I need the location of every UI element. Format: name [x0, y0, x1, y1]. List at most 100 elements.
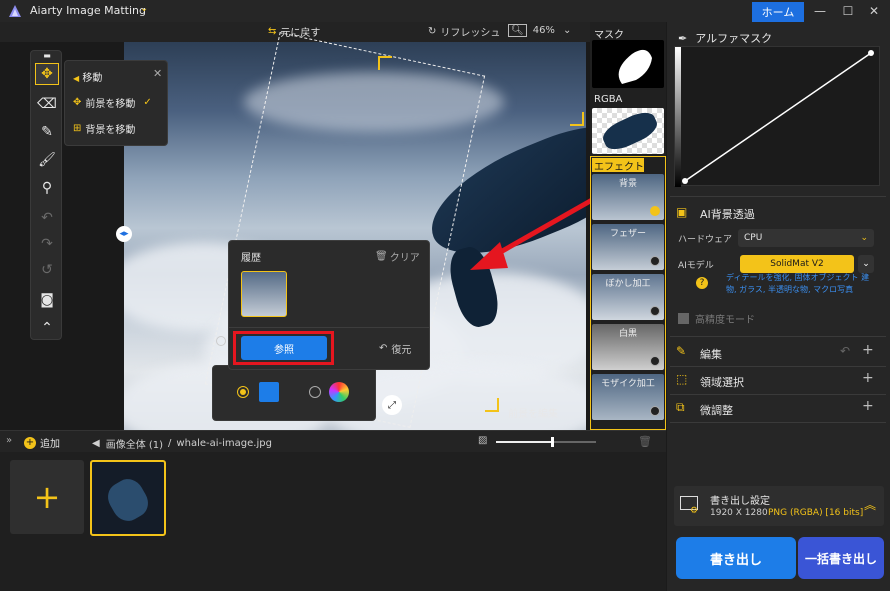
panel-toggle-icon[interactable]: ◂▸ — [116, 226, 132, 242]
breadcrumb-all[interactable]: 画像全体 (1) — [106, 436, 163, 451]
chevron-up-icon[interactable]: ︽ — [864, 496, 876, 513]
color-picker-icon[interactable] — [329, 382, 349, 402]
resize-handle-icon[interactable]: ⤢ — [382, 395, 402, 415]
roller-icon[interactable]: ⚲ — [35, 177, 59, 199]
move-tool-icon[interactable]: ✥ — [35, 63, 59, 85]
reset-icon[interactable]: ↺ — [35, 259, 59, 281]
rgba-label: RGBA — [594, 94, 623, 105]
refresh-button[interactable]: ↻ リフレッシュ — [428, 24, 500, 39]
gear-icon: ⚙ — [690, 506, 699, 516]
trash-icon[interactable]: 🗑︎ — [638, 435, 652, 448]
breadcrumb: ◀ 画像全体 (1) / whale-ai-image.jpg — [92, 436, 272, 451]
clear-button[interactable]: 🗑︎ クリア — [375, 249, 420, 264]
mask-thumbnail[interactable] — [592, 40, 664, 88]
zoom-control[interactable]: 🔍︎ 46% ⌄ — [508, 24, 571, 37]
move-popup-title: ◀ 移動 — [73, 73, 103, 84]
ai-model-label: AIモデル — [678, 261, 714, 271]
ai-model-description: ディテールを強化, 固体オブジェクト 建物, ガラス, 半透明な物, マクロ写真 — [726, 273, 870, 294]
rgba-thumbnail[interactable] — [592, 108, 664, 154]
restore-icon: ↶ — [379, 343, 388, 354]
effect-thumbnail-feather[interactable]: フェザー — [592, 224, 664, 270]
edit-foreground-label[interactable]: 前景を編集 — [508, 405, 558, 420]
zoom-value: 46% — [532, 25, 555, 36]
effect-thumbnail-blur[interactable]: ぼかし加工 — [592, 274, 664, 320]
annotation-arrow — [470, 197, 594, 270]
collapse-icon[interactable]: » — [6, 435, 12, 446]
export-settings[interactable]: ⚙ 書き出し設定 1920 X 1280 PNG (RGBA) [16 bits… — [674, 486, 884, 526]
hardware-label: ハードウェア — [678, 235, 733, 245]
export-format: PNG (RGBA) [16 bits] — [768, 508, 864, 518]
clear-label: クリア — [389, 253, 420, 264]
chevron-down-icon: ⌄ — [860, 233, 868, 243]
chevron-down-icon[interactable]: ⌄ — [858, 255, 874, 273]
divider — [670, 422, 886, 423]
pen-icon[interactable]: ✎ — [35, 121, 59, 143]
export-resolution: 1920 X 1280 — [710, 508, 768, 518]
close-icon[interactable]: ✕ — [153, 67, 162, 80]
alpha-curve-editor[interactable] — [674, 46, 880, 187]
edit-section-title[interactable]: 編集 — [700, 346, 722, 362]
alpha-mask-title: アルファマスク — [695, 32, 773, 45]
effect-name: ぼかし加工 — [605, 279, 651, 289]
frame-corner-handle[interactable] — [485, 398, 499, 412]
close-icon[interactable]: ✕ — [862, 2, 886, 20]
move-background-item[interactable]: ⊞ 背景を移動 — [73, 121, 135, 136]
frame-corner-handle[interactable] — [378, 56, 392, 70]
expand-fine-tune-icon[interactable]: + — [862, 398, 874, 414]
add-button[interactable]: + 追加 — [24, 435, 60, 450]
undo-icon[interactable]: ↶ — [35, 207, 59, 229]
ai-model-select[interactable]: SolidMat V2 — [740, 255, 854, 273]
expand-edit-icon[interactable]: + — [862, 342, 874, 358]
region-select-title[interactable]: 領域選択 — [700, 374, 744, 390]
left-toolbar: ▬ ✥ ⌫ ✎ 🖌︎ ⚲ ↶ ↷ ↺ ◙ ⌃ — [30, 50, 62, 340]
swap-arrows-icon: ⇆ — [268, 26, 277, 37]
frame-corner-handle[interactable] — [570, 112, 584, 126]
restore-button[interactable]: ↶ 復元 — [379, 341, 411, 356]
eyedropper-icon: ✒︎ — [678, 31, 688, 45]
move-foreground-item[interactable]: ✥ 前景を移動 ✓ — [73, 95, 152, 110]
home-button[interactable]: ホーム — [752, 2, 804, 22]
thumbnail-size-slider[interactable] — [496, 437, 596, 447]
effect-name: フェザー — [609, 229, 646, 239]
fine-tune-title[interactable]: 微調整 — [700, 402, 733, 418]
radio-color[interactable] — [309, 386, 321, 398]
rotate-handle-icon[interactable] — [216, 336, 226, 346]
app-logo-icon — [9, 5, 21, 17]
help-icon[interactable]: ? — [696, 277, 708, 289]
minimize-icon[interactable]: — — [808, 2, 832, 20]
drag-handle-icon[interactable]: ▬ — [35, 51, 59, 60]
add-image-tile[interactable]: + — [10, 460, 84, 534]
maximize-icon[interactable]: ☐ — [836, 2, 860, 20]
move-background-icon: ⊞ — [73, 123, 82, 134]
back-icon[interactable]: ◀ — [92, 438, 100, 449]
undo-icon[interactable]: ↶ — [840, 344, 850, 358]
image-tile[interactable] — [90, 460, 166, 536]
export-button[interactable]: 書き出し — [676, 537, 796, 579]
divider — [670, 196, 886, 197]
breadcrumb-separator: / — [168, 438, 172, 449]
history-title: 履歴 — [241, 253, 261, 264]
move-foreground-icon: ✥ — [73, 97, 82, 108]
frame-icon[interactable]: ◙ — [35, 289, 59, 311]
effect-thumbnail-background[interactable]: 背景 — [592, 174, 664, 220]
image-background-icon[interactable] — [259, 382, 279, 402]
brush-icon[interactable]: 🖌︎ — [35, 149, 59, 171]
radio-image[interactable] — [237, 386, 249, 398]
radio-dot — [650, 306, 660, 316]
hardware-value: CPU — [744, 233, 763, 243]
move-foreground-label: 前景を移動 — [85, 99, 136, 110]
app-title: Aiarty Image Matting — [30, 4, 146, 17]
high-precision-toggle[interactable]: 高精度モード — [678, 311, 755, 326]
hardware-select[interactable]: CPU ⌄ — [738, 229, 874, 247]
effect-thumbnail-bw[interactable]: 白黒 — [592, 324, 664, 370]
eraser-icon[interactable]: ⌫ — [35, 93, 59, 115]
chevron-down-icon[interactable]: ⌄ — [140, 3, 148, 14]
high-precision-label: 高精度モード — [695, 315, 755, 326]
redo-icon[interactable]: ↷ — [35, 233, 59, 255]
collapse-up-icon[interactable]: ⌃ — [35, 317, 59, 339]
effect-thumbnail-mosaic[interactable]: モザイク加工 — [592, 374, 664, 420]
history-thumbnail[interactable] — [241, 271, 287, 317]
expand-region-icon[interactable]: + — [862, 370, 874, 386]
refresh-label: リフレッシュ — [440, 28, 501, 39]
batch-export-button[interactable]: 一括書き出し — [798, 537, 884, 579]
